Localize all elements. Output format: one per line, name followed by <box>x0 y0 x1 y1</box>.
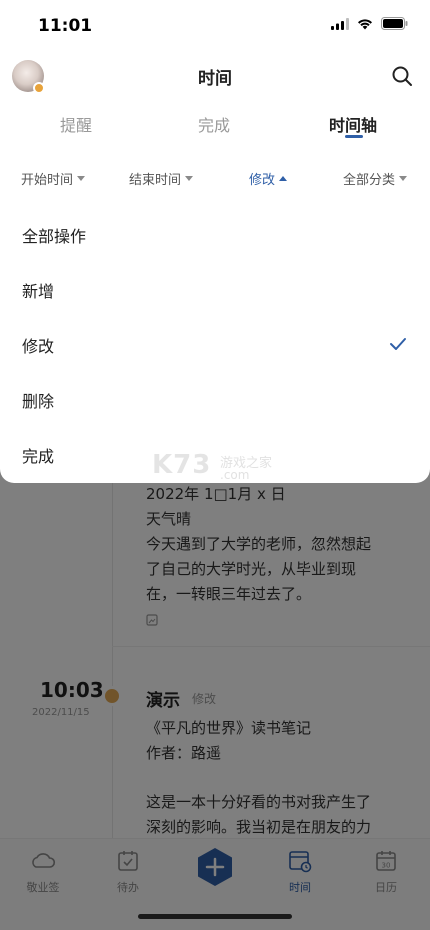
tab-timeline[interactable]: 时间轴 <box>308 112 398 136</box>
filter-label: 开始时间 <box>21 173 74 188</box>
caret-up-icon <box>279 176 288 181</box>
tab-indicator <box>345 135 363 138</box>
dropdown-option-label: 完成 <box>22 447 55 466</box>
filter-start-time[interactable]: 开始时间 <box>21 169 86 188</box>
filter-label: 结束时间 <box>129 173 182 188</box>
tab-completed[interactable]: 完成 <box>169 112 259 136</box>
dropdown-option-all[interactable]: 全部操作 <box>0 208 430 263</box>
operation-dropdown: 全部操作 新增 修改 删除 完成 <box>0 196 430 483</box>
dropdown-option-label: 删除 <box>22 392 55 411</box>
caret-down-icon <box>185 176 194 181</box>
filter-bar: 开始时间 结束时间 修改 全部分类 <box>0 160 430 196</box>
filter-category[interactable]: 全部分类 <box>343 169 408 188</box>
dropdown-option-complete[interactable]: 完成 <box>0 428 430 483</box>
app-header: 时间 <box>0 52 430 100</box>
status-icons <box>331 17 408 30</box>
dropdown-option-label: 全部操作 <box>22 227 87 246</box>
filter-label: 修改 <box>249 173 276 188</box>
dropdown-option-modify[interactable]: 修改 <box>0 318 430 373</box>
page-title: 时间 <box>198 69 232 89</box>
search-icon[interactable] <box>390 64 414 88</box>
dropdown-option-delete[interactable]: 删除 <box>0 373 430 428</box>
tab-bar: 提醒 完成 时间轴 <box>0 100 430 144</box>
watermark-com: .com <box>220 468 250 482</box>
filter-label: 全部分类 <box>343 173 396 188</box>
filter-end-time[interactable]: 结束时间 <box>129 169 194 188</box>
watermark-text: K73 <box>152 450 212 480</box>
caret-down-icon <box>77 176 86 181</box>
filter-operation[interactable]: 修改 <box>249 169 288 188</box>
caret-down-icon <box>399 176 408 181</box>
dropdown-option-label: 新增 <box>22 282 55 301</box>
watermark-logo: K73 游戏之家 .com <box>152 450 272 482</box>
tab-reminder[interactable]: 提醒 <box>31 112 121 136</box>
battery-icon <box>381 17 408 30</box>
signal-icon <box>331 17 349 30</box>
home-indicator <box>138 914 292 919</box>
wifi-icon <box>358 18 372 29</box>
status-time: 11:01 <box>38 16 93 36</box>
check-icon <box>390 338 406 350</box>
status-bar: 11:01 <box>0 0 430 52</box>
dropdown-option-label: 修改 <box>22 337 55 356</box>
dropdown-option-add[interactable]: 新增 <box>0 263 430 318</box>
